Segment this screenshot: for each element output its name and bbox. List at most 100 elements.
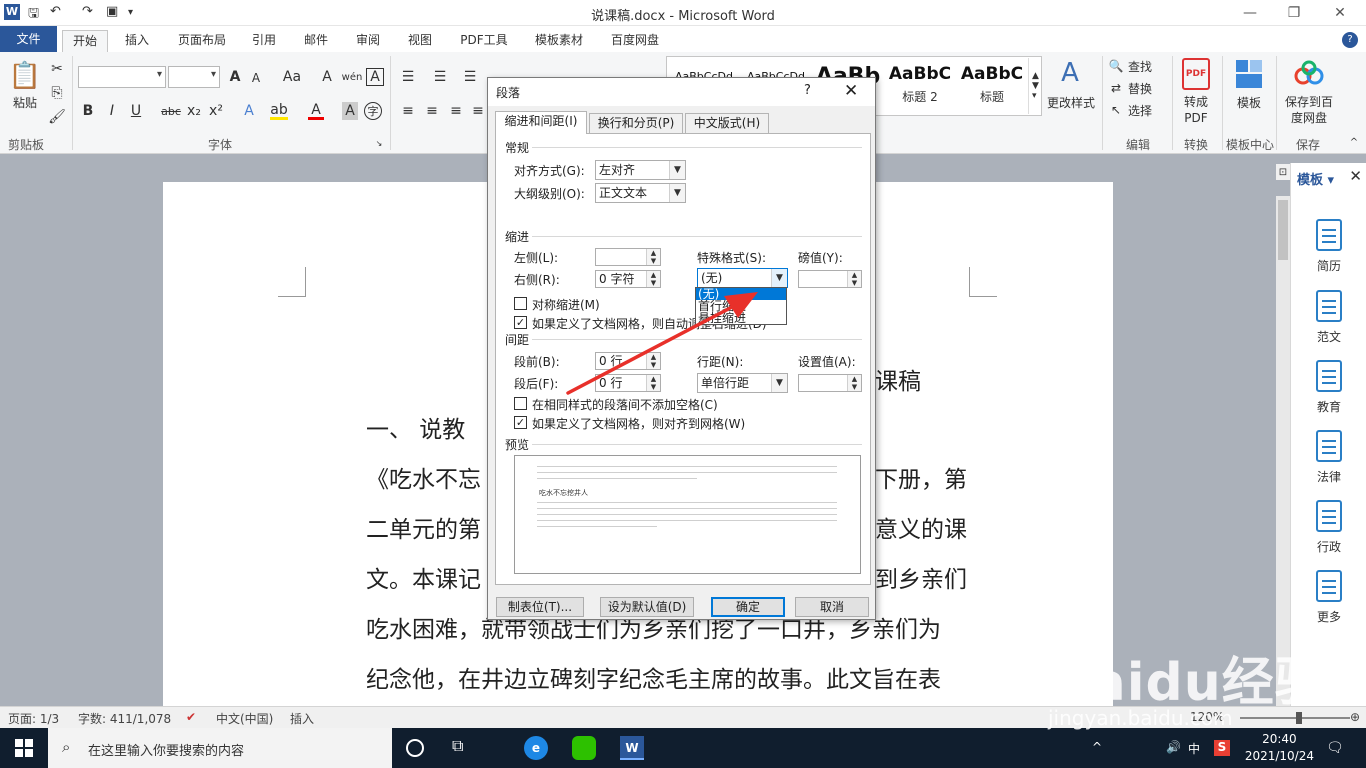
ime-indicator[interactable]: 中 [1188,740,1200,757]
tab-mailings[interactable]: 邮件 [296,30,336,52]
pane-item-more[interactable]: 更多 [1305,570,1353,625]
numbering-icon[interactable]: ☰ [430,68,450,86]
tab-asian-typography[interactable]: 中文版式(H) [685,113,769,133]
phonetic-guide-icon[interactable]: wén [342,68,363,86]
space-after-spinner[interactable]: 0 行 ▲ ▼ [595,374,661,392]
template-icon[interactable] [1234,58,1264,90]
notification-icon[interactable]: 🗨 [1326,740,1344,756]
paste-button[interactable]: 粘贴 [8,94,42,111]
volume-icon[interactable]: 🔊 [1166,740,1181,754]
scrollbar-thumb[interactable] [1278,200,1288,260]
ie-browser-icon[interactable]: e [524,736,548,760]
pane-item-sample-essay[interactable]: 范文 [1305,290,1353,345]
grow-font-icon[interactable]: A [226,68,244,86]
save-to-baidu-button[interactable]: 保存到百度网盘 [1282,94,1336,126]
spinner-arrows-icon[interactable]: ▲ ▼ [646,375,660,391]
zoom-in-icon[interactable]: ⊕ [1350,710,1360,724]
align-left-icon[interactable]: ≡ [398,102,418,120]
task-view-icon[interactable]: ⧉ [452,736,476,760]
font-name-combo[interactable] [78,66,166,88]
right-indent-spinner[interactable]: 0 字符 ▲ ▼ [595,270,661,288]
minimize-button[interactable]: — [1230,2,1270,24]
subscript-icon[interactable]: x₂ [186,102,202,120]
help-icon[interactable]: ? [1342,32,1358,48]
superscript-icon[interactable]: x² [208,102,224,120]
tab-pdf-tools[interactable]: PDF工具 [452,30,516,52]
sogou-icon[interactable]: S [1214,740,1230,756]
alignment-combo[interactable]: 左对齐 ▼ [595,160,686,180]
font-size-combo[interactable] [168,66,220,88]
tab-home[interactable]: 开始 [62,30,108,52]
auto-adjust-checkbox[interactable]: ✓ [514,316,527,329]
proofing-icon[interactable]: ✔ [186,710,196,724]
bullets-icon[interactable]: ☰ [398,68,418,86]
snap-to-grid-checkbox[interactable]: ✓ [514,416,527,429]
left-indent-spinner[interactable]: ▲ ▼ [595,248,661,266]
language-indicator[interactable]: 中文(中国) [216,710,273,727]
line-spacing-combo[interactable]: 单倍行距 ▼ [697,373,788,393]
convert-pdf-button[interactable]: 转成 PDF [1176,94,1216,126]
vertical-scrollbar[interactable] [1276,196,1290,706]
mirror-indent-checkbox[interactable] [514,297,527,310]
font-dialog-launcher-icon[interactable]: ↘ [374,138,384,148]
enclose-characters-icon[interactable]: 字 [364,102,382,120]
spinner-arrows-icon[interactable]: ▲ ▼ [646,249,660,265]
pane-item-law[interactable]: 法律 [1305,430,1353,485]
at-value-spinner[interactable]: ▲ ▼ [798,374,862,392]
multilevel-list-icon[interactable]: ☰ [460,68,480,86]
template-button[interactable]: 模板 [1230,94,1268,111]
shrink-font-icon[interactable]: A [248,70,264,86]
change-case-icon[interactable]: Aa [280,68,304,86]
maximize-button[interactable]: ❐ [1274,2,1314,24]
highlight-icon[interactable]: ab [270,102,288,120]
word-taskbar-icon[interactable]: W [620,736,644,760]
character-shading-icon[interactable]: A [342,102,358,120]
taskbar-search-box[interactable]: ⌕ 在这里输入你要搜索的内容 [48,728,392,768]
tab-baidu-netdisk[interactable]: 百度网盘 [602,30,668,52]
tab-review[interactable]: 审阅 [348,30,388,52]
change-styles-icon[interactable]: A [1054,58,1086,88]
tabs-button[interactable]: 制表位(T)... [496,597,584,617]
dialog-close-button[interactable]: ✕ [844,81,858,101]
tab-indents-spacing[interactable]: 缩进和间距(I) [495,111,587,134]
character-border-icon[interactable]: A [366,68,384,86]
special-indent-combo[interactable]: (无) ▼ [697,268,788,288]
justify-icon[interactable]: ≡ [470,102,486,120]
close-icon[interactable]: ✕ [1349,167,1362,185]
select-button[interactable]: 选择 [1128,102,1152,119]
page-indicator[interactable]: 页面: 1/3 [8,710,59,727]
baidu-netdisk-icon[interactable] [1294,60,1324,88]
styles-scroll-icon[interactable]: ▲ ▼ ▾ [1028,58,1042,114]
pane-item-administration[interactable]: 行政 [1305,500,1353,555]
zoom-slider[interactable] [1240,717,1350,719]
change-styles-button[interactable]: 更改样式 [1044,94,1098,111]
font-color-icon[interactable]: A [308,102,324,120]
wechat-icon[interactable] [572,736,596,760]
tab-file[interactable]: 文件 [0,26,57,52]
tab-line-page-breaks[interactable]: 换行和分页(P) [589,113,683,133]
tray-expand-icon[interactable]: ^ [1092,740,1102,754]
text-effects-icon[interactable]: A [240,102,258,120]
select-icon[interactable]: ↖ [1108,102,1124,118]
pane-item-resume[interactable]: 简历 [1305,219,1353,274]
collapse-ribbon-icon[interactable]: ^ [1348,136,1360,148]
tab-page-layout[interactable]: 页面布局 [170,30,234,52]
underline-icon[interactable]: U [128,102,144,120]
by-value-spinner[interactable]: ▲ ▼ [798,270,862,288]
cortana-icon[interactable] [406,739,424,757]
tab-insert[interactable]: 插入 [114,30,160,52]
paste-icon[interactable]: 📋 [9,58,41,94]
tab-view[interactable]: 视图 [400,30,440,52]
pane-item-education[interactable]: 教育 [1305,360,1353,415]
align-center-icon[interactable]: ≡ [422,102,442,120]
align-right-icon[interactable]: ≡ [446,102,466,120]
format-painter-icon[interactable]: 🖌 [48,108,66,126]
space-before-spinner[interactable]: 0 行 ▲ ▼ [595,352,661,370]
spinner-arrows-icon[interactable]: ▲ ▼ [646,271,660,287]
style-title[interactable]: AaBbC 标题 [956,58,1028,110]
italic-icon[interactable]: I [104,102,120,120]
convert-pdf-icon[interactable]: PDF [1182,58,1210,90]
tab-references[interactable]: 引用 [244,30,284,52]
word-count[interactable]: 字数: 411/1,078 [78,710,171,727]
cut-icon[interactable]: ✂ [48,60,66,78]
